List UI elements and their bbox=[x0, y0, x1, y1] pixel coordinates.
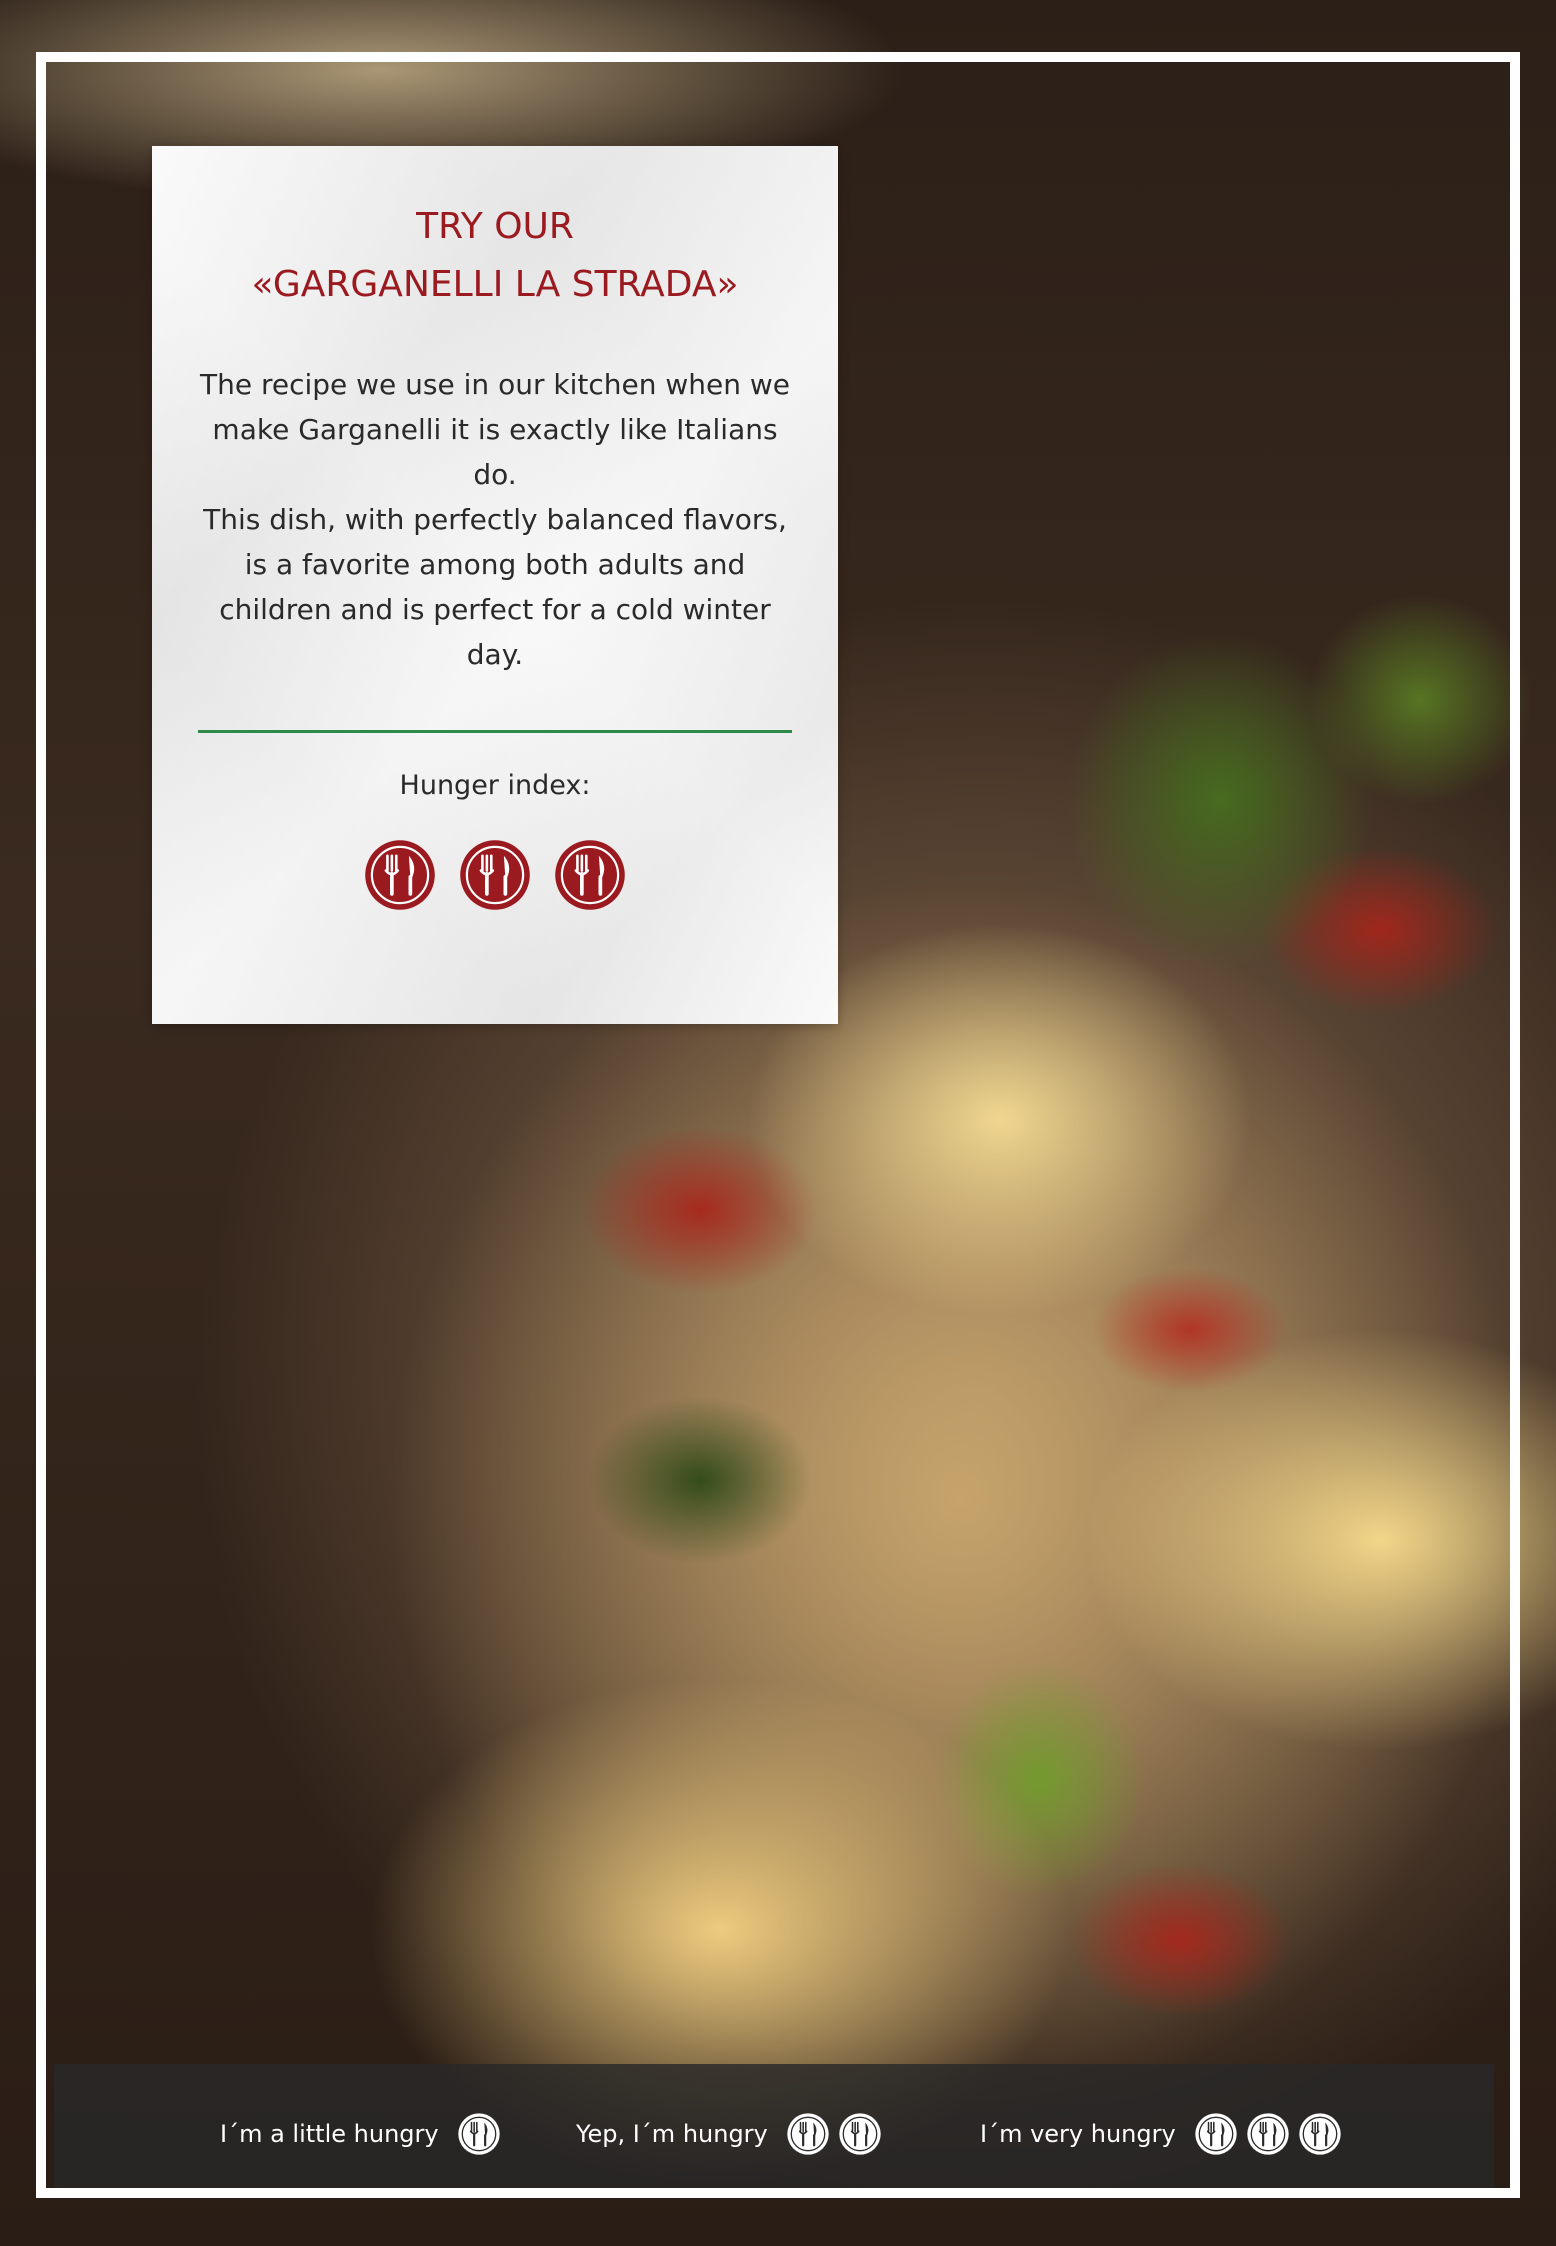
promo-card: TRY OUR «GARGANELLI LA STRADA» The recip… bbox=[152, 146, 838, 1024]
legend-item-little-hungry: I´m a little hungry bbox=[220, 2112, 501, 2156]
promo-description: The recipe we use in our kitchen when we… bbox=[192, 362, 798, 677]
fork-knife-icon bbox=[365, 840, 435, 910]
promo-description-paragraph-1: The recipe we use in our kitchen when we… bbox=[199, 368, 790, 491]
legend-item-very-hungry: I´m very hungry bbox=[980, 2112, 1342, 2156]
fork-knife-icon bbox=[839, 2113, 881, 2155]
fork-knife-icon bbox=[460, 840, 530, 910]
fork-knife-icon bbox=[457, 2113, 500, 2155]
hunger-legend-bar: I´m a little hungry Yep, I´m hungry I´m … bbox=[54, 2064, 1494, 2188]
legend-icons bbox=[457, 2112, 501, 2156]
legend-item-hungry: Yep, I´m hungry bbox=[576, 2112, 882, 2156]
hunger-index-rating bbox=[152, 838, 838, 912]
legend-label: I´m a little hungry bbox=[220, 2120, 439, 2148]
hunger-index-label: Hunger index: bbox=[399, 770, 591, 801]
fork-knife-icon bbox=[787, 2113, 829, 2155]
legend-icons bbox=[786, 2112, 882, 2156]
promo-title: TRY OUR «GARGANELLI LA STRADA» bbox=[152, 198, 838, 314]
fork-knife-icon bbox=[1299, 2113, 1341, 2155]
fork-knife-icon bbox=[555, 840, 625, 910]
promo-title-line-1: TRY OUR bbox=[416, 206, 574, 247]
legend-label: I´m very hungry bbox=[980, 2120, 1176, 2148]
fork-knife-icon bbox=[1247, 2113, 1289, 2155]
promo-description-paragraph-2: This dish, with perfectly balanced flavo… bbox=[203, 503, 787, 671]
legend-label: Yep, I´m hungry bbox=[576, 2120, 768, 2148]
divider bbox=[198, 730, 792, 733]
promo-title-line-2: «GARGANELLI LA STRADA» bbox=[251, 264, 739, 305]
fork-knife-icon bbox=[1195, 2113, 1237, 2155]
legend-icons bbox=[1194, 2112, 1342, 2156]
